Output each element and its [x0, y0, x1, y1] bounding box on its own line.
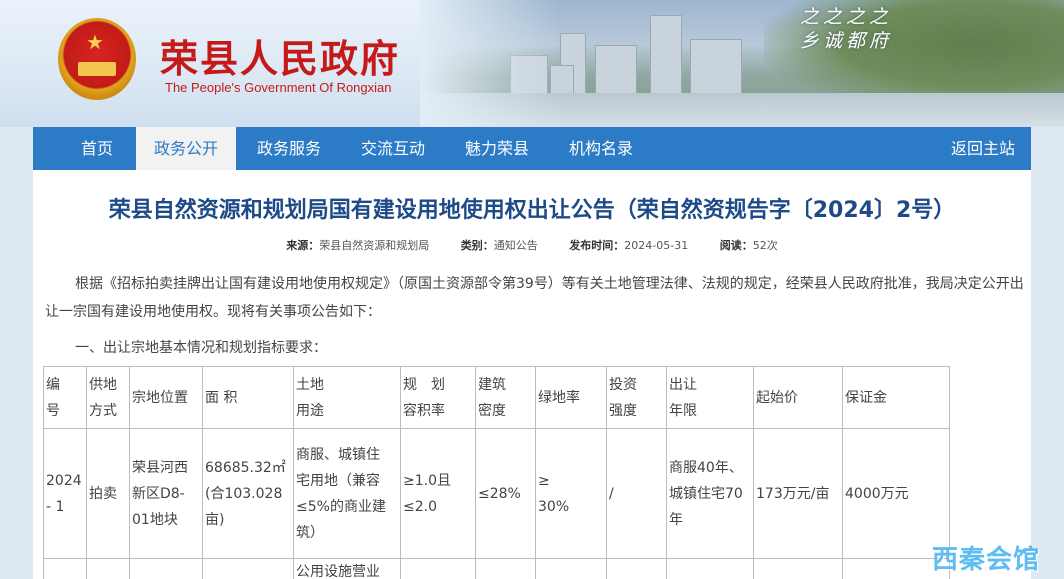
nav-back-home[interactable]: 返回主站: [941, 127, 1025, 170]
table-header-cell: 起始价: [753, 366, 843, 429]
table-header-cell: 编号: [43, 366, 87, 429]
table-header-cell: 宗地位置: [129, 366, 203, 429]
slogan-line-1: 之之之之: [800, 6, 893, 28]
article-title: 荣县自然资源和规划局国有建设用地使用权出让公告（荣自然资规告字〔2024〕2号）: [108, 198, 956, 223]
site-title[interactable]: 荣县人民政府: [160, 28, 400, 83]
meta-category-label: 类别：: [460, 239, 494, 252]
table-header-cell: 面 积: [202, 366, 294, 429]
watermark-logo: 西秦会馆: [932, 545, 1041, 575]
table-header-cell: 绿地率: [535, 366, 607, 429]
article-paragraph-1: 根据《招标拍卖挂牌出让国有建设用地使用权规定》（原国土资源部令第39号）等有关土…: [45, 276, 1024, 320]
cell-use: 公用设施营业: [293, 558, 401, 579]
slogan-line-2: 乡诚都府: [800, 30, 893, 52]
article-section-1: 一、出让宗地基本情况和规划指标要求：: [75, 340, 327, 356]
table-header-cell: 投资 强度: [606, 366, 667, 429]
table-header-cell: 建筑 密度: [475, 366, 536, 429]
nav-item-home[interactable]: 首页: [63, 127, 131, 170]
cell-location: 荣县河西 新区D8- 01地块: [129, 428, 203, 559]
article-content: 荣县自然资源和规划局国有建设用地使用权出让公告（荣自然资规告字〔2024〕2号）…: [33, 170, 1031, 579]
cell-density: ≤28%: [475, 428, 536, 559]
meta-date: 2024-05-31: [624, 239, 689, 252]
land-info-table: 编号 供地 方式 宗地位置 面 积 土地 用途 规 划容积率 建筑 密度 绿地率 投资…: [43, 366, 950, 579]
nav-item-gov-services[interactable]: 政务服务: [247, 127, 331, 170]
table-header-cell: 土地 用途: [293, 366, 401, 429]
cell-far: ≥1.0且 ≤2.0: [400, 428, 476, 559]
meta-views-label: 阅读：: [719, 239, 753, 252]
cell-green: ≥ 30%: [535, 428, 607, 559]
table-row: 公用设施营业: [43, 558, 950, 579]
cell-term: 商服40年、 城镇住宅70 年: [666, 428, 754, 559]
city-landscape-image: [420, 0, 1064, 127]
national-emblem-icon: ★: [58, 18, 136, 100]
table-header-cell: 供地 方式: [86, 366, 130, 429]
cell-price: 173万元/亩: [753, 428, 843, 559]
meta-source-label: 来源：: [286, 239, 320, 252]
cell-no: 2024 - 1: [43, 428, 87, 559]
main-nav: 首页 政务公开 政务服务 交流互动 魅力荣县 机构名录 返回主站: [33, 127, 1031, 170]
header-banner: ★ 荣县人民政府 The People's Government Of Rong…: [0, 0, 1064, 127]
cell-use: 商服、城镇住 宅用地（兼容 ≤5%的商业建 筑）: [293, 428, 401, 559]
nav-item-directory[interactable]: 机构名录: [559, 127, 643, 170]
table-header-cell: 出让 年限: [666, 366, 754, 429]
table-row: 2024 - 1 拍卖 荣县河西 新区D8- 01地块 68685.32㎡ (合…: [43, 428, 950, 559]
nav-item-charm[interactable]: 魅力荣县: [455, 127, 539, 170]
nav-item-interaction[interactable]: 交流互动: [351, 127, 435, 170]
table-header-cell: 规 划容积率: [400, 366, 476, 429]
table-header-cell: 保证金: [842, 366, 950, 429]
meta-source: 荣县自然资源和规划局: [319, 239, 430, 252]
meta-category: 通知公告: [493, 239, 538, 252]
slogan-calligraphy: 之之之之 乡诚都府: [800, 5, 892, 53]
meta-date-label: 发布时间：: [569, 239, 625, 252]
table-header-row: 编号 供地 方式 宗地位置 面 积 土地 用途 规 划容积率 建筑 密度 绿地率 投资…: [43, 366, 950, 429]
cell-area: 68685.32㎡ (合103.028 亩): [202, 428, 294, 559]
site-title-en: The People's Government Of Rongxian: [165, 80, 392, 95]
cell-invest: /: [606, 428, 667, 559]
article-meta: 来源：荣县自然资源和规划局 类别：通知公告 发布时间：2024-05-31 阅读…: [33, 237, 1031, 253]
cell-method: 拍卖: [86, 428, 130, 559]
meta-views: 52次: [752, 239, 778, 252]
nav-item-gov-affairs[interactable]: 政务公开: [136, 127, 236, 170]
